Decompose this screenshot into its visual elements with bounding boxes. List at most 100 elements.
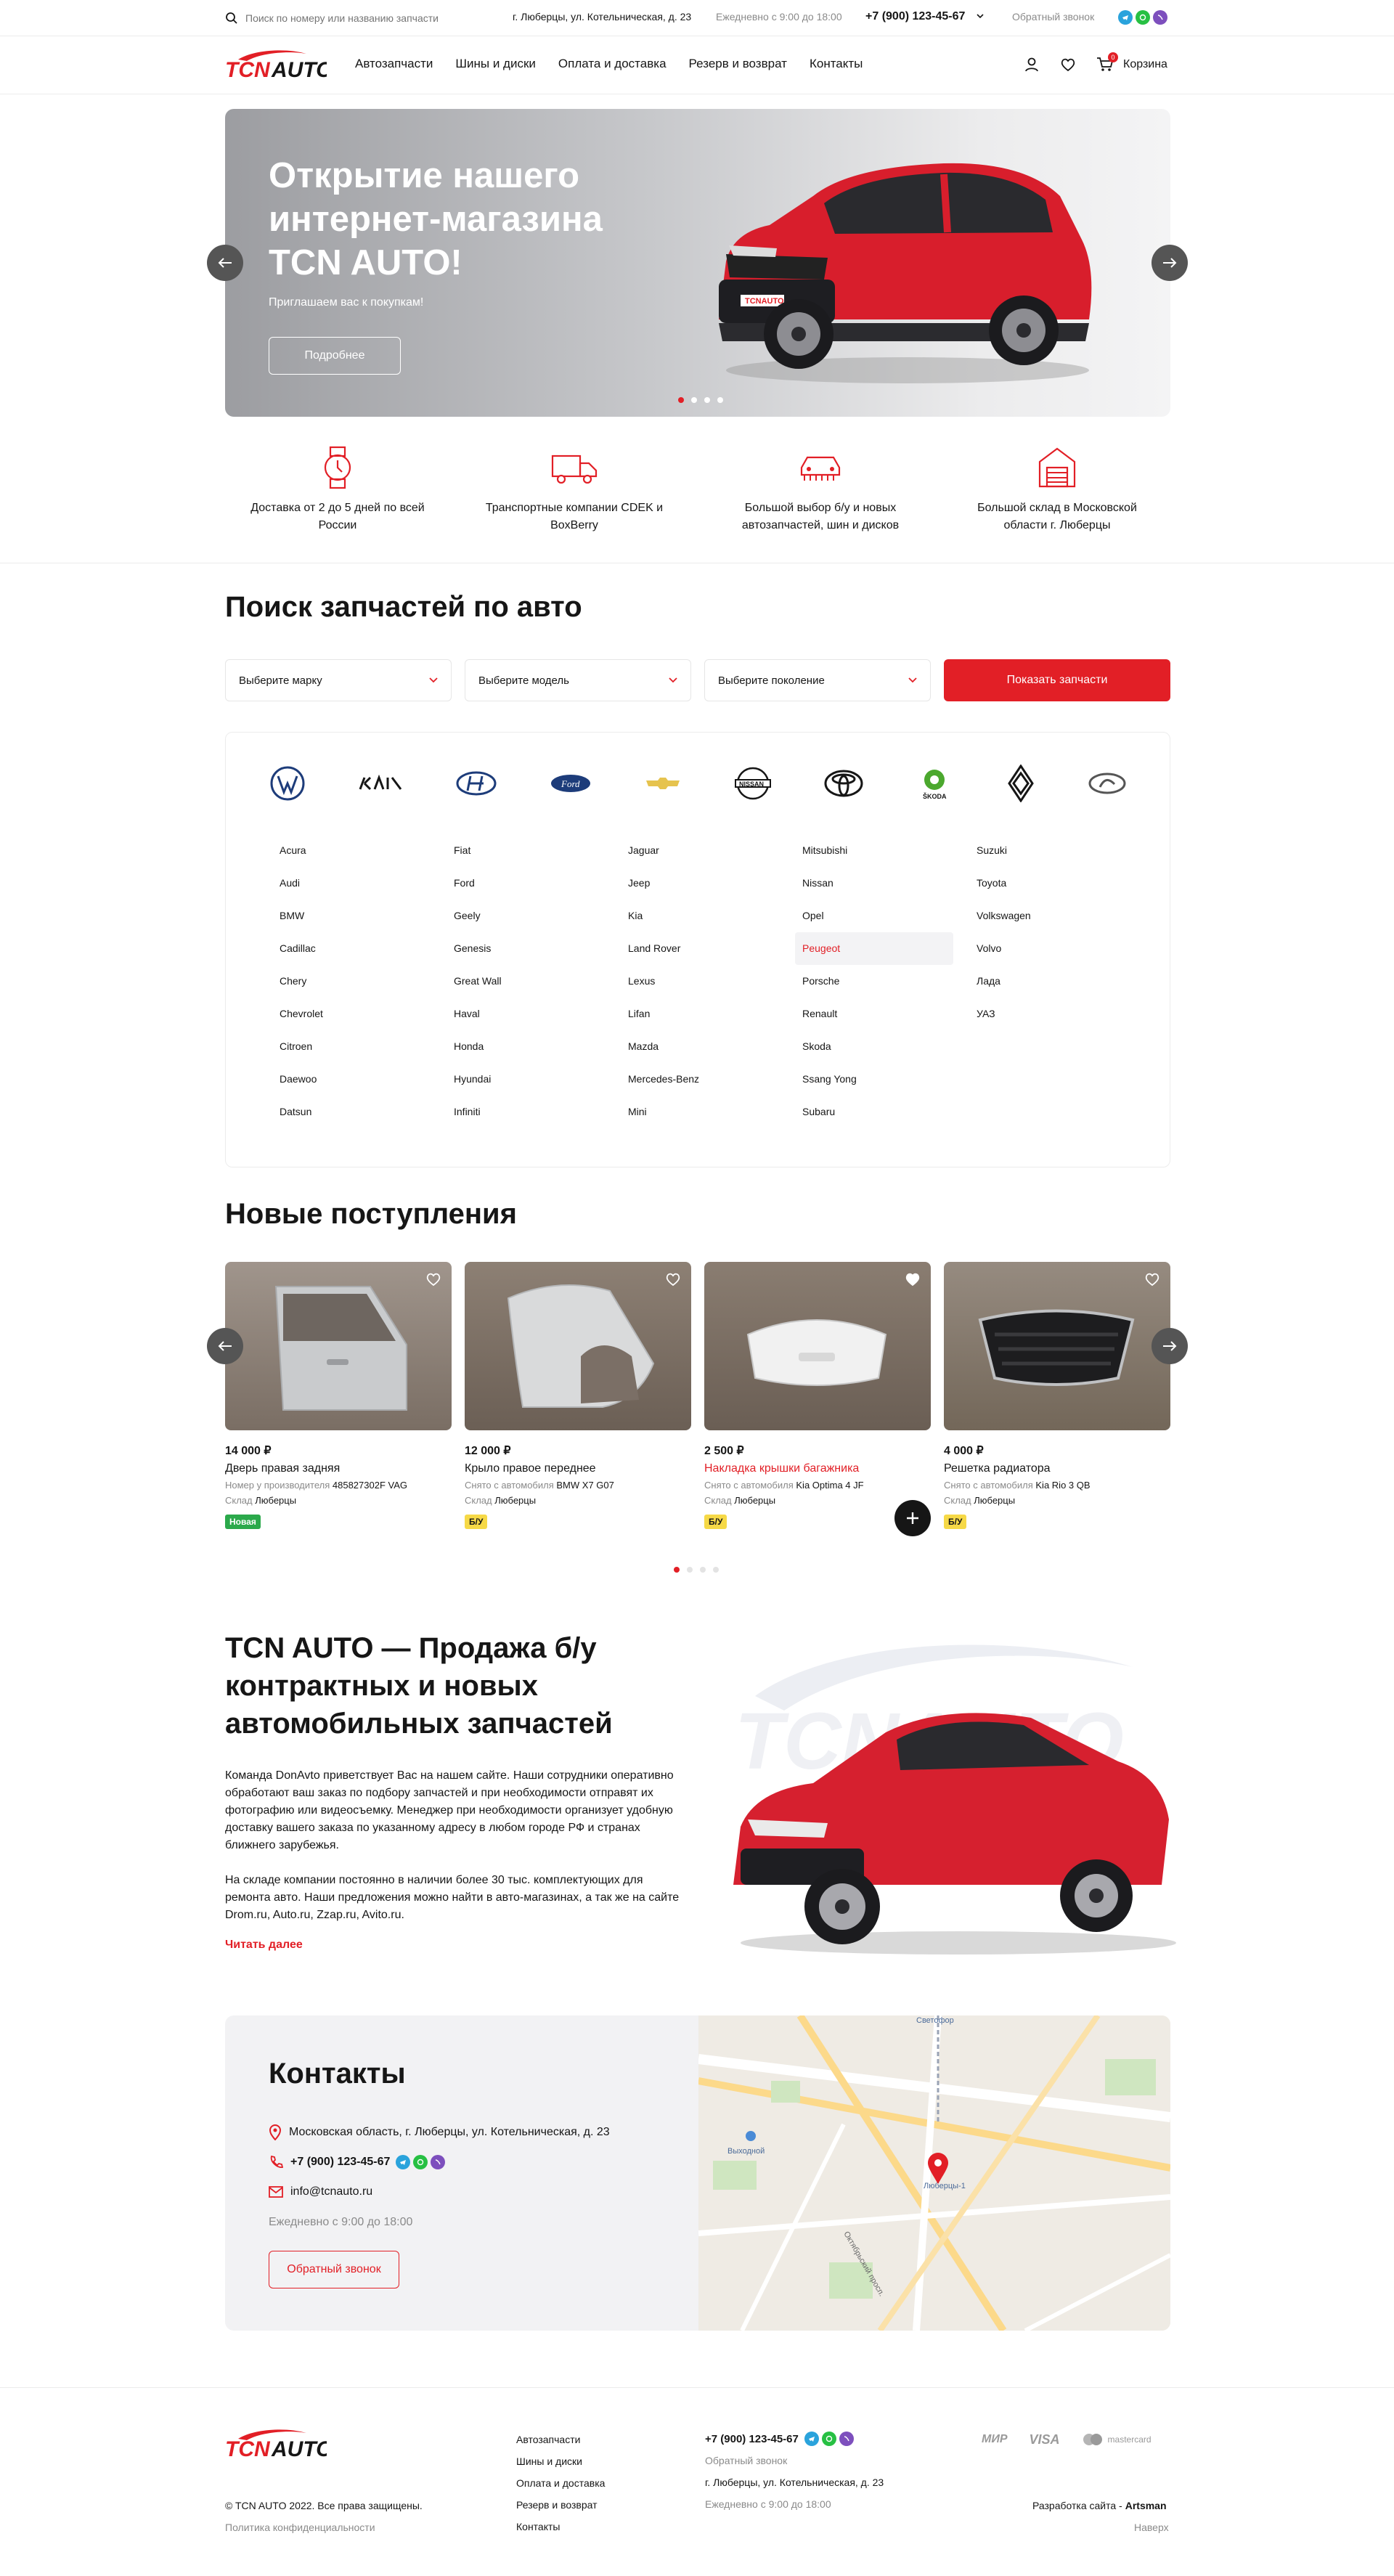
brand-link[interactable]: Mazda	[621, 1030, 766, 1063]
slider-dot[interactable]	[717, 397, 723, 403]
whatsapp-icon[interactable]	[1136, 10, 1150, 25]
nav-item[interactable]: Автозапчасти	[355, 57, 433, 71]
product-card[interactable]: 2 500 ₽ Накладка крышки багажника Снято …	[704, 1262, 931, 1536]
brand-link[interactable]: Porsche	[795, 965, 940, 998]
viber-icon[interactable]	[1153, 10, 1167, 25]
brand-link[interactable]: Haval	[447, 998, 592, 1030]
favorite-heart-icon[interactable]	[905, 1272, 921, 1287]
footer-link[interactable]: Контакты	[516, 2516, 605, 2538]
viber-icon[interactable]	[431, 2155, 446, 2169]
product-name[interactable]: Крыло правое переднее	[465, 1462, 691, 1475]
brand-link[interactable]: Lifan	[621, 998, 766, 1030]
kia-logo-icon[interactable]	[359, 775, 402, 792]
brand-link[interactable]: Toyota	[969, 867, 1114, 900]
brand-link[interactable]: Skoda	[795, 1030, 940, 1063]
volkswagen-logo-icon[interactable]	[269, 765, 306, 802]
nav-item[interactable]: Оплата и доставка	[558, 57, 667, 71]
brand-link[interactable]: Cadillac	[272, 932, 417, 965]
viber-icon[interactable]	[839, 2432, 854, 2446]
product-name[interactable]: Решетка радиатора	[944, 1462, 1170, 1475]
lada-logo-icon[interactable]	[1088, 773, 1126, 794]
generation-select[interactable]: Выберите поколение	[704, 659, 931, 701]
brand-link[interactable]: Ssang Yong	[795, 1063, 940, 1096]
whatsapp-icon[interactable]	[413, 2155, 428, 2169]
hyundai-logo-icon[interactable]	[456, 770, 497, 796]
brand-link[interactable]: Honda	[447, 1030, 592, 1063]
telegram-icon[interactable]	[1118, 10, 1133, 25]
read-more-link[interactable]: Читать далее	[225, 1939, 303, 1952]
brand-link[interactable]: Lexus	[621, 965, 766, 998]
brand-link[interactable]: Ford	[447, 867, 592, 900]
telegram-icon[interactable]	[396, 2155, 411, 2169]
brand-link[interactable]: Datsun	[272, 1096, 417, 1128]
scroll-up-link[interactable]: Наверх	[1134, 2522, 1169, 2533]
product-card[interactable]: 12 000 ₽ Крыло правое переднее Снято с а…	[465, 1262, 691, 1529]
brand-link[interactable]: Лада	[969, 965, 1114, 998]
brand-link[interactable]: Hyundai	[447, 1063, 592, 1096]
ford-logo-icon[interactable]: Ford	[550, 773, 592, 794]
search-area[interactable]	[225, 10, 463, 26]
product-image[interactable]	[465, 1262, 691, 1430]
renault-logo-icon[interactable]	[1006, 765, 1035, 802]
whatsapp-icon[interactable]	[821, 2432, 836, 2446]
brand-link[interactable]: BMW	[272, 900, 417, 932]
user-icon[interactable]	[1024, 57, 1040, 73]
developer-link[interactable]: Artsman	[1125, 2500, 1167, 2511]
footer-link[interactable]: Оплата и доставка	[516, 2472, 605, 2494]
product-name[interactable]: Дверь правая задняя	[225, 1462, 452, 1475]
brand-link[interactable]: Infiniti	[447, 1096, 592, 1128]
brand-link-highlighted[interactable]: Peugeot	[795, 932, 953, 965]
nav-item[interactable]: Контакты	[810, 57, 863, 71]
brand-link[interactable]: Opel	[795, 900, 940, 932]
product-card[interactable]: 4 000 ₽ Решетка радиатора Снято с автомо…	[944, 1262, 1170, 1529]
brand-link[interactable]: Citroen	[272, 1030, 417, 1063]
heart-icon[interactable]	[1060, 57, 1076, 73]
brand-link[interactable]: Great Wall	[447, 965, 592, 998]
brand-link[interactable]: Geely	[447, 900, 592, 932]
product-name[interactable]: Накладка крышки багажника	[704, 1462, 931, 1475]
hero-next-button[interactable]	[1152, 245, 1188, 281]
footer-phone[interactable]: +7 (900) 123-45-67	[705, 2433, 799, 2445]
nissan-logo-icon[interactable]: NISSAN	[734, 765, 771, 802]
brand-link[interactable]: Land Rover	[621, 932, 766, 965]
slider-dot[interactable]	[713, 1567, 719, 1573]
contacts-email[interactable]: info@tcnauto.ru	[290, 2185, 372, 2198]
show-parts-button[interactable]: Показать запчасти	[944, 659, 1170, 701]
brand-link[interactable]: Mitsubishi	[795, 834, 940, 867]
add-to-cart-button[interactable]	[894, 1500, 931, 1536]
brand-link[interactable]: Volkswagen	[969, 900, 1114, 932]
hero-more-button[interactable]: Подробнее	[269, 337, 401, 375]
brand-link[interactable]: Jeep	[621, 867, 766, 900]
brand-link[interactable]: Volvo	[969, 932, 1114, 965]
slider-dot[interactable]	[687, 1567, 693, 1573]
products-next-button[interactable]	[1152, 1328, 1188, 1364]
product-card[interactable]: 14 000 ₽ Дверь правая задняя Номер у про…	[225, 1262, 452, 1529]
slider-dot[interactable]	[678, 397, 684, 403]
brand-link[interactable]: Suzuki	[969, 834, 1114, 867]
product-image[interactable]	[944, 1262, 1170, 1430]
chevron-down-icon[interactable]	[977, 14, 984, 20]
brand-link[interactable]: Audi	[272, 867, 417, 900]
footer-link[interactable]: Резерв и возврат	[516, 2494, 605, 2516]
telegram-icon[interactable]	[804, 2432, 819, 2446]
skoda-logo-icon[interactable]: ŠKODA	[916, 765, 953, 802]
privacy-link[interactable]: Политика конфиденциальности	[225, 2522, 375, 2533]
brand-link[interactable]: Fiat	[447, 834, 592, 867]
search-input[interactable]	[245, 12, 463, 24]
nav-item[interactable]: Шины и диски	[455, 57, 535, 71]
top-callback[interactable]: Обратный звонок	[1012, 11, 1094, 23]
search-icon[interactable]	[225, 12, 238, 25]
favorite-heart-icon[interactable]	[665, 1272, 681, 1287]
slider-dot[interactable]	[691, 397, 697, 403]
brand-link[interactable]: Genesis	[447, 932, 592, 965]
product-image[interactable]	[704, 1262, 931, 1430]
brand-link[interactable]: Chery	[272, 965, 417, 998]
brand-link[interactable]: Mini	[621, 1096, 766, 1128]
favorite-heart-icon[interactable]	[425, 1272, 441, 1287]
footer-callback[interactable]: Обратный звонок	[705, 2455, 787, 2466]
slider-dot[interactable]	[700, 1567, 706, 1573]
hero-prev-button[interactable]	[207, 245, 243, 281]
toyota-logo-icon[interactable]	[824, 770, 863, 797]
map[interactable]: Выходной Люберцы-1 Светофор Октябрьский …	[698, 2015, 1170, 2331]
model-select[interactable]: Выберите модель	[465, 659, 691, 701]
